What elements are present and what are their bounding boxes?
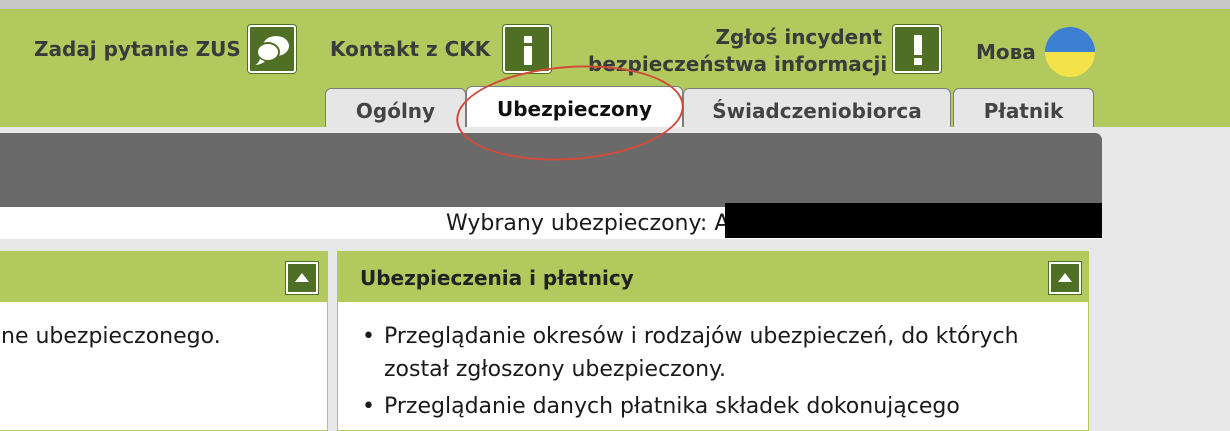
tab-ogolny[interactable]: Ogólny (325, 88, 466, 128)
arrow-up-icon (1058, 273, 1072, 282)
exclamation-icon (914, 35, 922, 65)
report-incident-line1: Zgłoś incydent (715, 25, 882, 49)
ukraine-flag-icon[interactable] (1045, 27, 1095, 77)
chat-icon (255, 36, 289, 65)
tab-platnik[interactable]: Płatnik (953, 88, 1094, 128)
contact-ckk-button[interactable] (503, 25, 551, 73)
report-incident-button[interactable] (893, 25, 941, 73)
right-panel-list: Przeglądanie okresów i rodzajów ubezpiec… (362, 320, 1082, 427)
left-panel-text: ne ubezpieczonego. (1, 324, 221, 349)
right-panel: Ubezpieczenia i płatnicy Przeglądanie ok… (337, 251, 1089, 431)
top-strip (0, 0, 1230, 9)
ask-zus-label[interactable]: Zadaj pytanie ZUS (34, 37, 241, 61)
contact-ckk-label[interactable]: Kontakt z CKK (330, 37, 490, 61)
right-panel-title: Ubezpieczenia i płatnicy (360, 266, 634, 290)
selected-insured-label: Wybrany ubezpieczony: A (446, 211, 730, 236)
info-icon (524, 36, 532, 65)
list-item: Przeglądanie okresów i rodzajów ubezpiec… (362, 320, 1082, 386)
tab-swiadczeniobiorca[interactable]: Świadczeniobiorca (683, 88, 951, 128)
right-panel-collapse-button[interactable] (1049, 262, 1081, 294)
list-item: Przeglądanie danych płatnika składek dok… (362, 390, 1082, 423)
left-panel-collapse-button[interactable] (286, 262, 318, 294)
left-panel: ne ubezpieczonego. (0, 251, 328, 431)
left-panel-header (0, 252, 327, 302)
arrow-up-icon (295, 273, 309, 282)
redacted-name (725, 203, 1102, 238)
ask-zus-button[interactable] (248, 25, 296, 73)
language-label[interactable]: Мова (976, 40, 1036, 64)
